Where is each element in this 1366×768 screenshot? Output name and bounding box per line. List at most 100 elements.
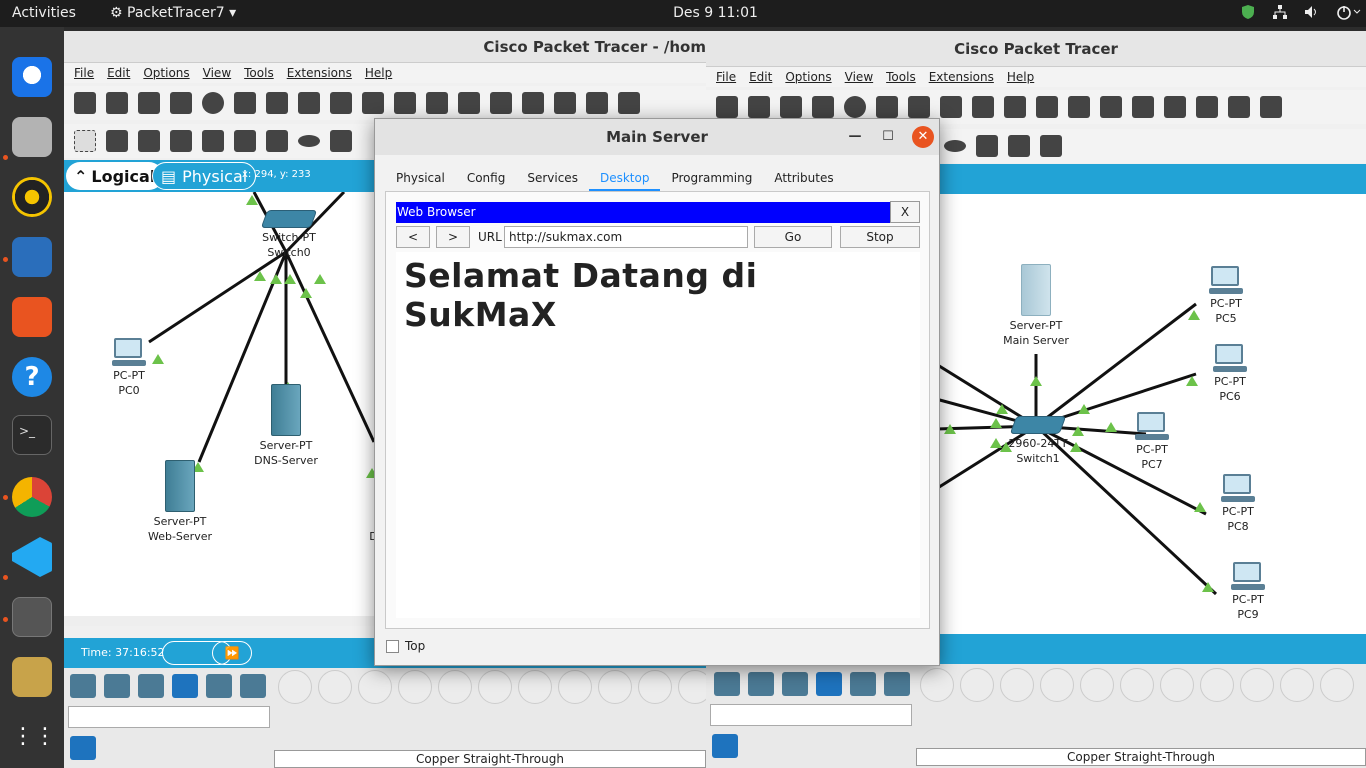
menu-options[interactable]: Options (785, 67, 831, 87)
device-pc8[interactable]: PC-PT PC8 (1208, 474, 1268, 534)
serial-dce-icon[interactable] (1200, 668, 1234, 702)
undo-icon[interactable] (972, 96, 994, 118)
iot-cable-icon[interactable] (1320, 668, 1354, 702)
clock[interactable]: Des 9 11:01 (0, 5, 1366, 21)
complex-pdu-icon[interactable] (1040, 135, 1062, 157)
list-icon[interactable] (586, 92, 608, 114)
device-pc0[interactable]: PC-PT PC0 (100, 338, 158, 398)
device-switch0[interactable]: Switch-PT Switch0 (258, 210, 320, 260)
help-icon[interactable]: ? (12, 357, 52, 397)
minimize-icon[interactable]: — (845, 127, 865, 147)
writer-icon[interactable] (12, 237, 52, 277)
save-icon[interactable] (780, 96, 802, 118)
device-pc6[interactable]: PC-PT PC6 (1200, 344, 1260, 404)
power-icon[interactable] (1336, 4, 1361, 20)
note-icon[interactable] (202, 130, 224, 152)
maximize-icon[interactable]: ☐ (878, 127, 898, 147)
serial-dte-icon[interactable] (598, 670, 632, 704)
menu-file[interactable]: File (716, 67, 736, 87)
device-pc7[interactable]: PC-PT PC7 (1122, 412, 1182, 472)
device-dns-server[interactable]: Server-PT DNS-Server (248, 384, 324, 468)
software-center-icon[interactable] (12, 297, 52, 337)
palette-icon[interactable] (554, 92, 576, 114)
copy-icon[interactable] (908, 96, 930, 118)
rectangle-icon[interactable] (266, 130, 288, 152)
tab-config[interactable]: Config (456, 167, 517, 192)
shield-icon[interactable] (1240, 4, 1256, 20)
logical-tab[interactable]: ⌃ Logical (66, 162, 164, 190)
image-icon[interactable] (1260, 96, 1282, 118)
multiuser-icon[interactable] (884, 672, 910, 696)
connections-icon[interactable] (172, 674, 198, 698)
redo-icon[interactable] (394, 92, 416, 114)
device-search-input[interactable] (68, 706, 270, 728)
connections-icon[interactable] (816, 672, 842, 696)
network-info-icon[interactable] (266, 92, 288, 114)
zoom-in-icon[interactable] (1036, 96, 1058, 118)
checkbox-box[interactable] (386, 639, 399, 653)
window-icon[interactable] (522, 92, 544, 114)
thunderbird-icon[interactable] (12, 57, 52, 97)
go-button[interactable]: Go (754, 226, 832, 248)
menu-tools[interactable]: Tools (244, 63, 274, 83)
coaxial-cable-icon[interactable] (1160, 668, 1194, 702)
device-icon[interactable] (1228, 96, 1250, 118)
serial-dte-icon[interactable] (1240, 668, 1274, 702)
menu-extensions[interactable]: Extensions (929, 67, 994, 87)
tab-desktop[interactable]: Desktop (588, 167, 661, 192)
new-icon[interactable] (74, 92, 96, 114)
connection-type-icon[interactable] (70, 736, 96, 760)
show-apps-icon[interactable]: ⋮⋮⋮ (12, 719, 78, 759)
delete-icon[interactable] (138, 130, 160, 152)
open-icon[interactable] (106, 92, 128, 114)
paste-icon[interactable] (940, 96, 962, 118)
connection-type-icon[interactable] (712, 734, 738, 758)
components-icon[interactable] (138, 674, 164, 698)
top-checkbox[interactable]: Top (386, 639, 425, 653)
open-icon[interactable] (748, 96, 770, 118)
iot-cable-icon[interactable] (678, 670, 706, 704)
crossover-cable-icon[interactable] (398, 670, 432, 704)
auto-cable-icon[interactable] (920, 668, 954, 702)
menu-file[interactable]: File (74, 63, 94, 83)
console-cable-icon[interactable] (960, 668, 994, 702)
print-icon[interactable] (170, 92, 192, 114)
fast-forward-button[interactable]: ⏩ (212, 641, 252, 665)
resize-icon[interactable] (170, 130, 192, 152)
misc-icon[interactable] (850, 672, 876, 696)
system-tray[interactable] (1240, 4, 1361, 20)
tab-attributes[interactable]: Attributes (763, 167, 844, 192)
chrome-icon[interactable] (12, 477, 52, 517)
network-icon[interactable] (1272, 4, 1288, 20)
phone-cable-icon[interactable] (478, 670, 512, 704)
menu-tools[interactable]: Tools (886, 67, 916, 87)
info-icon[interactable] (844, 96, 866, 118)
undo-icon[interactable] (362, 92, 384, 114)
terminal-icon[interactable]: >_ (12, 415, 52, 455)
freeform-icon[interactable] (330, 130, 352, 152)
packet-tracer-dock-icon-2[interactable] (12, 657, 52, 697)
close-icon[interactable]: ✕ (912, 126, 934, 148)
copy-icon[interactable] (298, 92, 320, 114)
zoom-in-icon[interactable] (426, 92, 448, 114)
menu-help[interactable]: Help (365, 63, 392, 83)
volume-icon[interactable] (1304, 4, 1320, 20)
simple-pdu-icon[interactable] (1008, 135, 1030, 157)
packet-tracer-dock-icon[interactable] (12, 597, 52, 637)
zoom-reset-icon[interactable] (1068, 96, 1090, 118)
wizard-icon[interactable] (234, 92, 256, 114)
device-pc5[interactable]: PC-PT PC5 (1196, 266, 1256, 326)
url-input[interactable]: http://sukmax.com (504, 226, 748, 248)
grid-icon[interactable] (104, 736, 130, 760)
palette-icon[interactable] (1164, 96, 1186, 118)
multiuser-icon[interactable] (240, 674, 266, 698)
device-search-input[interactable] (710, 704, 912, 726)
serial-dce-icon[interactable] (558, 670, 592, 704)
misc-icon[interactable] (206, 674, 232, 698)
crossover-cable-icon[interactable] (1040, 668, 1074, 702)
menu-help[interactable]: Help (1007, 67, 1034, 87)
octal-cable-icon[interactable] (638, 670, 672, 704)
freeform-icon[interactable] (976, 135, 998, 157)
tab-services[interactable]: Services (516, 167, 589, 192)
end-devices-icon[interactable] (104, 674, 130, 698)
